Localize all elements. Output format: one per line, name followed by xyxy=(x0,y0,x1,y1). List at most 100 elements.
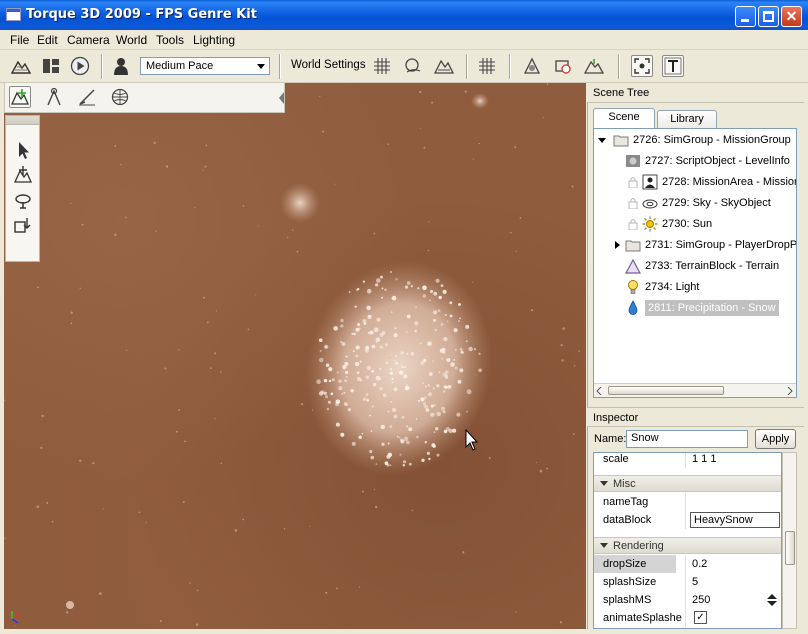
collapse-palette-icon[interactable] xyxy=(278,91,285,105)
tree-item-mission-area[interactable]: 2728: MissionArea - MissionArea xyxy=(628,172,796,192)
lock-icon[interactable] xyxy=(628,176,638,188)
animate-splashes-checkbox[interactable]: ✓ xyxy=(694,611,707,624)
object-snap-icon[interactable] xyxy=(552,55,574,77)
inspector-vscrollbar[interactable] xyxy=(782,452,797,629)
sun-icon xyxy=(642,216,658,232)
prop-row-scale: scale 1 1 1 xyxy=(594,453,781,468)
tab-scene[interactable]: Scene xyxy=(593,108,655,128)
value-spinner-icon[interactable] xyxy=(765,592,779,608)
snow-cloud-main xyxy=(305,260,493,476)
app-window-icon xyxy=(6,8,21,21)
expand-arrow-icon[interactable] xyxy=(598,137,606,143)
prop-value[interactable]: 0.2 xyxy=(692,558,707,570)
prop-key: splashSize xyxy=(603,576,657,588)
prop-row-datablock: dataBlock HeavySnow xyxy=(594,511,781,529)
close-button[interactable]: ✕ xyxy=(781,6,802,27)
script-object-icon xyxy=(625,153,641,169)
mission-area-icon xyxy=(642,174,658,190)
main-toolbar xyxy=(0,50,808,83)
minimize-button[interactable] xyxy=(735,6,756,27)
terrain-snap-icon[interactable] xyxy=(583,55,605,77)
inspector-title: Inspector xyxy=(587,407,804,427)
prop-row-nametag: nameTag xyxy=(594,493,781,511)
group-misc[interactable]: Misc xyxy=(594,475,781,492)
play-game-icon[interactable] xyxy=(69,55,91,77)
select-arrow-icon[interactable] xyxy=(12,139,34,161)
terrain-editor-icon[interactable] xyxy=(43,86,65,108)
group-rendering[interactable]: Rendering xyxy=(594,537,781,554)
object-bounds-icon[interactable] xyxy=(521,55,543,77)
tree-item-levelinfo[interactable]: 2727: ScriptObject - LevelInfo xyxy=(625,151,790,171)
snap-grid-icon[interactable] xyxy=(476,55,498,77)
prop-value[interactable]: 250 xyxy=(692,594,710,606)
tree-item-sun[interactable]: 2730: Sun xyxy=(628,214,712,234)
move-tool-icon[interactable] xyxy=(12,164,34,186)
fit-selection-icon[interactable] xyxy=(631,55,653,77)
maximize-icon xyxy=(763,11,774,22)
menu-lighting[interactable]: Lighting xyxy=(193,33,235,47)
scale-tool-icon[interactable] xyxy=(12,214,34,236)
snow-cloud-distant xyxy=(471,93,489,109)
world-editor-icon[interactable] xyxy=(109,86,131,108)
name-field[interactable]: Snow xyxy=(626,430,748,448)
tree-item-player-drop-points[interactable]: 2731: SimGroup - PlayerDropPoints xyxy=(615,235,797,255)
tree-item-label: 2734: Light xyxy=(645,281,700,293)
scrollbar-thumb[interactable] xyxy=(608,386,724,395)
scrollbar-thumb[interactable] xyxy=(785,531,795,565)
prop-key: dropSize xyxy=(603,558,647,570)
menu-camera[interactable]: Camera xyxy=(67,33,110,47)
prop-value[interactable]: 5 xyxy=(692,576,698,588)
text-labels-icon[interactable] xyxy=(662,55,684,77)
lock-icon[interactable] xyxy=(628,197,638,209)
layout-panels-icon[interactable] xyxy=(40,55,62,77)
camera-speed-value: Medium Pace xyxy=(146,60,214,72)
3d-viewport[interactable] xyxy=(4,83,586,629)
apply-button[interactable]: Apply xyxy=(755,429,796,449)
terrain-view-icon[interactable] xyxy=(10,55,32,77)
menu-edit[interactable]: Edit xyxy=(37,33,58,47)
tree-item-label: 2731: SimGroup - PlayerDropPoints xyxy=(645,239,797,251)
tab-library[interactable]: Library xyxy=(657,110,717,128)
grid-settings-icon[interactable] xyxy=(371,55,393,77)
precipitation-drop-icon xyxy=(625,300,641,316)
player-camera-icon[interactable] xyxy=(110,55,132,77)
menu-world[interactable]: World xyxy=(116,33,147,47)
sky-settings-icon[interactable] xyxy=(402,55,424,77)
tree-item-precipitation[interactable]: 2811: Precipitation - Snow xyxy=(625,298,779,318)
tree-item-label: 2733: TerrainBlock - Terrain xyxy=(645,260,780,272)
tree-item-light[interactable]: 2734: Light xyxy=(625,277,699,297)
collapsed-arrow-icon[interactable] xyxy=(615,241,620,249)
terrain-settings-icon[interactable] xyxy=(433,55,455,77)
tree-item-sky[interactable]: 2729: Sky - SkyObject xyxy=(628,193,771,213)
object-editor-icon[interactable] xyxy=(9,86,31,108)
sky-icon xyxy=(642,195,658,211)
tree-item-label: 2729: Sky - SkyObject xyxy=(662,197,771,209)
terrain-painter-icon[interactable] xyxy=(76,86,98,108)
scroll-left-icon[interactable] xyxy=(596,387,602,395)
group-label: Misc xyxy=(613,478,636,490)
axis-gizmo-icon xyxy=(11,611,21,624)
camera-speed-dropdown[interactable]: Medium Pace xyxy=(140,57,270,75)
tree-item-terrain[interactable]: 2733: TerrainBlock - Terrain xyxy=(625,256,779,276)
datablock-field[interactable]: HeavySnow xyxy=(690,512,780,528)
scene-tree-hscrollbar[interactable] xyxy=(594,383,796,397)
mouse-cursor-icon xyxy=(465,428,479,451)
lock-icon[interactable] xyxy=(628,218,638,230)
scroll-right-icon[interactable] xyxy=(787,387,793,395)
tree-item-mission-group[interactable]: 2726: SimGroup - MissionGroup xyxy=(598,130,791,150)
prop-row-splashsize: splashSize 5 xyxy=(594,573,781,591)
maximize-button[interactable] xyxy=(758,6,779,27)
group-label: Rendering xyxy=(613,540,664,552)
tree-item-label: 2730: Sun xyxy=(662,218,713,230)
menu-tools[interactable]: Tools xyxy=(156,33,184,47)
collapse-arrow-icon xyxy=(600,543,608,548)
prop-value[interactable]: 1 1 1 xyxy=(692,453,716,465)
transform-tools-palette xyxy=(5,115,40,262)
prop-row-dropsize: dropSize 0.2 xyxy=(594,555,781,573)
minimize-icon xyxy=(741,19,749,22)
window-bottom-edge xyxy=(0,629,808,634)
light-bulb-icon xyxy=(625,279,641,295)
rotate-tool-icon[interactable] xyxy=(12,189,34,211)
prop-key: splashMS xyxy=(603,594,652,606)
menu-file[interactable]: File xyxy=(10,33,29,47)
